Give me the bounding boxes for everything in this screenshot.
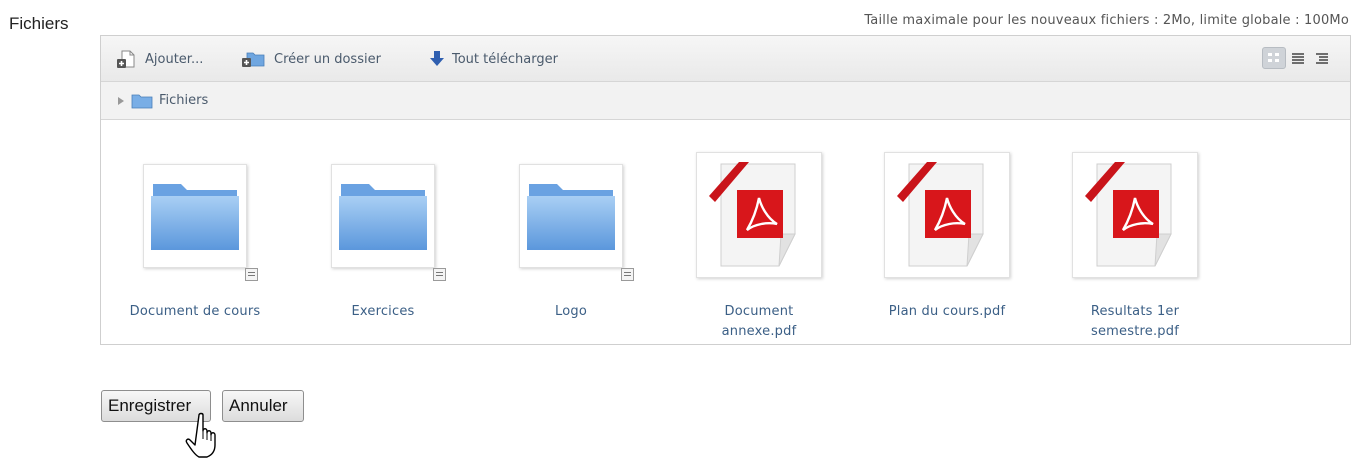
size-limit-note: Taille maximale pour les nouveaux fichie… (864, 13, 1349, 28)
pdf-thumbnail (696, 152, 822, 278)
create-folder-button[interactable]: Créer un dossier (242, 48, 381, 70)
folder-icon (151, 184, 239, 250)
view-tree-button[interactable] (1310, 47, 1334, 69)
file-name: Resultats 1er semestre.pdf (1090, 304, 1180, 339)
context-menu-icon[interactable] (621, 268, 634, 281)
cancel-button[interactable]: Annuler (222, 390, 304, 422)
folder-icon (339, 184, 427, 250)
context-menu-icon[interactable] (245, 268, 258, 281)
folder-thumbnail (519, 164, 623, 268)
file-name: Document annexe.pdf (721, 304, 797, 339)
list-icon (1292, 53, 1304, 64)
pdf-icon (1085, 162, 1172, 267)
file-grid: Document de cours Exercices Logo Documen… (101, 120, 1350, 342)
download-arrow-icon (430, 51, 444, 66)
download-all-button[interactable]: Tout télécharger (430, 48, 558, 70)
file-manager: Ajouter... Créer un dossier Tout télécha… (100, 35, 1351, 345)
folder-thumbnail (331, 164, 435, 268)
folder-thumbnail (143, 164, 247, 268)
file-name: Logo (555, 304, 587, 319)
pdf-icon (709, 162, 796, 267)
folder-icon (527, 184, 615, 250)
folder-icon (131, 94, 153, 108)
file-name: Exercices (351, 304, 415, 319)
add-file-button[interactable]: Ajouter... (117, 48, 203, 70)
tree-icon (1316, 53, 1328, 64)
add-file-label: Ajouter... (145, 51, 204, 67)
view-list-button[interactable] (1286, 47, 1310, 69)
context-menu-icon[interactable] (433, 268, 446, 281)
file-name: Document de cours (129, 304, 261, 319)
pdf-thumbnail (1072, 152, 1198, 278)
download-all-label: Tout télécharger (452, 51, 558, 67)
view-switcher (1262, 47, 1334, 69)
icon-grid-icon (1268, 53, 1279, 62)
create-folder-label: Créer un dossier (274, 51, 381, 67)
expand-arrow-icon[interactable] (117, 96, 125, 106)
new-folder-icon (242, 52, 265, 67)
add-file-icon (117, 50, 135, 68)
pdf-thumbnail (884, 152, 1010, 278)
breadcrumb-item-fichiers[interactable]: Fichiers (159, 93, 208, 108)
view-icons-button[interactable] (1262, 47, 1286, 69)
file-name: Plan du cours.pdf (888, 304, 1006, 319)
file-manager-toolbar: Ajouter... Créer un dossier Tout télécha… (101, 36, 1350, 82)
hand-pointer-icon (185, 412, 216, 458)
breadcrumb: Fichiers (101, 82, 1350, 120)
field-label: Fichiers (9, 14, 69, 33)
pdf-icon (897, 162, 984, 267)
